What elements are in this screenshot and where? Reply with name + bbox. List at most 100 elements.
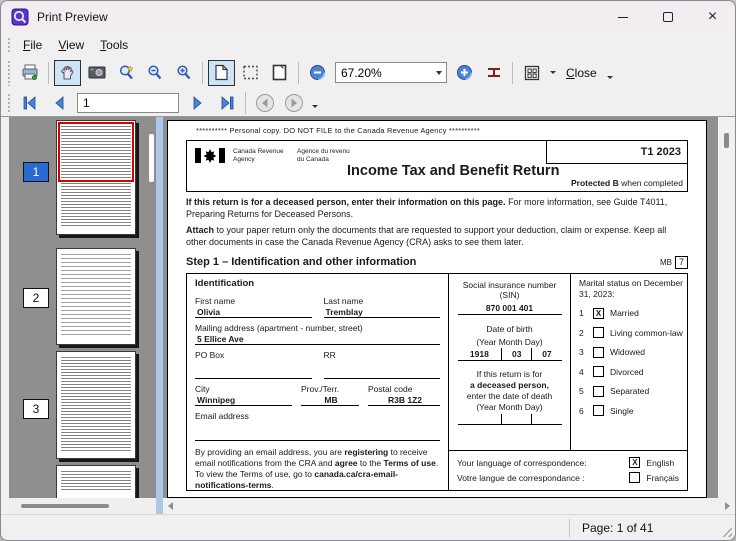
marital-status-column: Marital status on December 31, 2023: 1 X… (571, 274, 687, 450)
toolbar-overflow-arrow-icon[interactable] (606, 76, 613, 79)
attach-bold: Attach (186, 225, 215, 236)
fit-page-icon (272, 64, 287, 81)
page-label-3[interactable]: 3 (23, 399, 49, 419)
preview-horizontal-scrollbar[interactable] (163, 498, 735, 514)
fit-width-button[interactable] (480, 60, 507, 86)
last-page-icon (221, 95, 233, 110)
navbar-gripper[interactable] (7, 92, 12, 113)
rr-field: RR (323, 350, 440, 379)
page-thumbnail-2[interactable] (56, 248, 136, 345)
marital-checkbox-married[interactable]: X (593, 307, 604, 319)
thumbnail-sidebar: 1 2 3 (9, 117, 156, 514)
thumbnail-content (61, 357, 131, 452)
death-value-row (457, 414, 562, 426)
fit-page-button[interactable] (266, 60, 293, 86)
snapshot-button[interactable] (83, 60, 110, 86)
close-preview-label: Close (566, 65, 597, 80)
dob-label: Date of birth (486, 324, 533, 334)
next-page-button[interactable] (184, 90, 211, 116)
death-month (501, 414, 531, 425)
identification-box: Identification First name Olivia Last na… (186, 272, 688, 491)
last-name-label: Last name (323, 295, 364, 306)
print-button[interactable] (16, 60, 43, 86)
first-page-icon (23, 95, 35, 110)
sidebar-horizontal-scrollbar[interactable] (9, 498, 156, 514)
toolbar-gripper[interactable] (7, 59, 12, 86)
preview-pane: ********** Personal copy. DO NOT FILE to… (163, 117, 735, 514)
deceased-paragraph: If this return is for a deceased person,… (186, 197, 688, 220)
preview-vertical-scrollbar-thumb[interactable] (724, 133, 729, 148)
scroll-left-arrow-icon[interactable] (168, 502, 173, 510)
marital-checkbox-common-law[interactable] (593, 327, 604, 339)
fit-visible-button[interactable] (237, 60, 264, 86)
marital-option-common-law: 2 Living common-law (579, 327, 683, 339)
page-thumbnail-3[interactable] (56, 351, 136, 459)
zoom-out-button[interactable] (304, 60, 331, 86)
close-preview-button[interactable]: Close (560, 63, 603, 83)
previous-page-button[interactable] (45, 90, 72, 116)
page-label-1[interactable]: 1 (23, 162, 49, 182)
first-page-button[interactable] (16, 90, 43, 116)
multi-page-dropdown-arrow-icon[interactable] (550, 71, 556, 74)
current-view-rectangle[interactable] (58, 122, 134, 182)
resize-grip[interactable] (722, 527, 732, 537)
po-box-label: PO Box (195, 349, 225, 360)
document-page: ********** Personal copy. DO NOT FILE to… (167, 120, 707, 498)
printer-icon (22, 64, 37, 80)
marital-option-single: 6 Single (579, 405, 634, 417)
marital-checkbox-widowed[interactable] (593, 346, 604, 358)
marital-checkbox-separated[interactable] (593, 385, 604, 397)
menu-file[interactable]: File (15, 36, 50, 54)
last-page-button[interactable] (213, 90, 240, 116)
form-code-box: T1 2023 (546, 140, 688, 164)
language-checkbox-english[interactable]: X (629, 457, 641, 469)
identification-right: Social insurance number (SIN) 870 001 40… (449, 273, 687, 490)
forward-icon (284, 93, 303, 112)
window-title: Print Preview (37, 10, 108, 24)
fit-visible-icon (243, 65, 258, 80)
close-window-button[interactable]: × (690, 1, 735, 33)
menubar-gripper[interactable] (7, 36, 12, 53)
zoom-dropdown-arrow-icon[interactable] (436, 70, 442, 75)
zoom-in-button[interactable] (451, 60, 478, 86)
single-page-icon (215, 64, 228, 81)
zoom-combobox[interactable] (335, 62, 447, 83)
snapshot-icon (88, 66, 105, 79)
navbar-overflow-arrow-icon[interactable] (312, 105, 318, 108)
preview-vertical-scrollbar[interactable] (718, 117, 735, 498)
page-label-2[interactable]: 2 (23, 288, 49, 308)
page-canvas[interactable]: ********** Personal copy. DO NOT FILE to… (163, 117, 718, 498)
province-field-label: Prov./Terr. (301, 383, 340, 394)
page-thumbnail-1[interactable] (56, 120, 136, 235)
marital-checkbox-single[interactable] (593, 405, 604, 417)
menu-tools[interactable]: Tools (92, 36, 136, 54)
sidebar-vertical-scrollbar-thumb[interactable] (149, 134, 154, 182)
content-area: 1 2 3 ********** Personal copy. DO NOT F… (1, 116, 735, 514)
first-name-field: First name Olivia (195, 296, 312, 318)
hand-tool-button[interactable] (54, 59, 81, 86)
multi-page-view-button[interactable] (518, 60, 545, 86)
go-forward-button[interactable] (280, 90, 307, 116)
dynamic-zoom-button[interactable] (112, 60, 139, 86)
close-icon: × (707, 8, 718, 25)
province-label: MB (660, 257, 672, 267)
menu-view[interactable]: View (50, 36, 92, 54)
po-box-value (195, 368, 312, 379)
sidebar-splitter[interactable] (156, 117, 163, 514)
toolbar-separator (48, 61, 49, 84)
zoom-in-tool-button[interactable] (170, 60, 197, 86)
page-number-input[interactable] (77, 92, 179, 113)
scroll-right-arrow-icon[interactable] (725, 502, 730, 510)
page-thumbnail-4-partial[interactable] (56, 465, 136, 499)
go-back-button[interactable] (251, 90, 278, 116)
sidebar-horizontal-scrollbar-thumb[interactable] (21, 504, 109, 508)
marital-checkbox-divorced[interactable] (593, 366, 604, 378)
language-label-fr: Votre langue de correspondance : (457, 472, 585, 483)
minimize-button[interactable] (600, 1, 645, 33)
zoom-value-input[interactable] (336, 64, 422, 81)
death-date-block: If this return is for a deceased person,… (453, 369, 566, 426)
language-checkbox-french[interactable] (629, 472, 641, 484)
maximize-button[interactable] (645, 1, 690, 33)
actual-size-button[interactable] (208, 59, 235, 86)
zoom-out-tool-button[interactable] (141, 60, 168, 86)
